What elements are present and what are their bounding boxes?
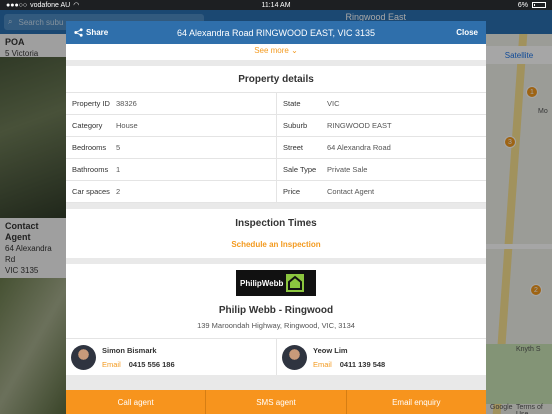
status-time: 11:14 AM bbox=[261, 1, 291, 9]
agency-name: Philip Webb - Ringwood bbox=[218, 305, 334, 316]
agency-section: PhilipWebb Philip Webb - Ringwood 139 Ma… bbox=[66, 264, 486, 375]
schedule-inspection-link[interactable]: Schedule an Inspection bbox=[66, 237, 486, 258]
sms-agent-button[interactable]: SMS agent bbox=[205, 390, 345, 414]
agent-email-link[interactable]: Email bbox=[102, 360, 121, 369]
detail-row: Category House bbox=[66, 115, 276, 137]
property-details-table: Property ID 38326 State VIC Category House … bbox=[66, 93, 486, 203]
agent-email-link[interactable]: Email bbox=[313, 360, 332, 369]
detail-row: Price Contact Agent bbox=[276, 181, 486, 203]
modal-header: Share 64 Alexandra Road RINGWOOD EAST, V… bbox=[66, 21, 486, 44]
detail-row: Sale Type Private Sale bbox=[276, 159, 486, 181]
close-button[interactable]: Close bbox=[418, 28, 478, 37]
agent-phone[interactable]: 0415 556 186 bbox=[129, 360, 175, 369]
modal-title: 64 Alexandra Road RINGWOOD EAST, VIC 313… bbox=[176, 27, 376, 38]
share-button[interactable]: Share bbox=[74, 28, 134, 37]
agency-logo: PhilipWebb bbox=[236, 270, 316, 296]
avatar bbox=[71, 344, 96, 370]
see-more-link[interactable]: See more ⌄ bbox=[66, 44, 486, 60]
detail-row: Bedrooms 5 bbox=[66, 137, 276, 159]
detail-row: Car spaces 2 bbox=[66, 181, 276, 203]
wifi-icon: ◠ bbox=[73, 2, 80, 9]
detail-row: Street 64 Alexandra Road bbox=[276, 137, 486, 159]
avatar bbox=[282, 344, 307, 370]
email-enquiry-button[interactable]: Email enquiry bbox=[345, 390, 486, 414]
property-modal: Share 64 Alexandra Road RINGWOOD EAST, V… bbox=[66, 21, 486, 414]
status-bar: ●●●○○ vodafone AU ◠ 11:14 AM 6% bbox=[0, 0, 552, 10]
agent-name: Yeow Lim bbox=[313, 345, 348, 355]
battery-percent: 6% bbox=[517, 1, 528, 9]
call-agent-button[interactable]: Call agent bbox=[66, 390, 205, 414]
detail-row: State VIC bbox=[276, 93, 486, 115]
detail-row: Suburb RINGWOOD EAST bbox=[276, 115, 486, 137]
property-details-section: Property details Property ID 38326 State V… bbox=[66, 66, 486, 203]
agent-name: Simon Bismark bbox=[102, 345, 157, 355]
modal-scroll-content[interactable]: See more ⌄ Property details Property ID 3… bbox=[66, 44, 486, 390]
property-details-heading: Property details bbox=[66, 66, 486, 93]
house-icon bbox=[286, 274, 305, 292]
battery-icon bbox=[532, 2, 546, 8]
detail-row: Property ID 38326 bbox=[66, 93, 276, 115]
agency-address: 139 Maroondah Highway, Ringwood, VIC, 31… bbox=[66, 321, 486, 339]
chevron-down-icon: ⌄ bbox=[291, 46, 298, 55]
agent-card: Simon Bismark Email 0415 556 186 bbox=[66, 339, 276, 375]
signal-icon: ●●●○○ bbox=[6, 1, 28, 9]
agent-phone[interactable]: 0411 139 548 bbox=[340, 360, 385, 369]
carrier-name: vodafone AU bbox=[30, 1, 71, 9]
agent-list: Simon Bismark Email 0415 556 186 Yeow Li… bbox=[66, 339, 486, 375]
action-bar: Call agent SMS agent Email enquiry bbox=[66, 390, 486, 414]
inspection-section: Inspection Times Schedule an Inspection bbox=[66, 209, 486, 258]
share-icon bbox=[74, 28, 83, 37]
detail-row: Bathrooms 1 bbox=[66, 159, 276, 181]
agent-card: Yeow Lim Email 0411 139 548 bbox=[276, 339, 486, 375]
inspection-heading: Inspection Times bbox=[235, 218, 317, 229]
